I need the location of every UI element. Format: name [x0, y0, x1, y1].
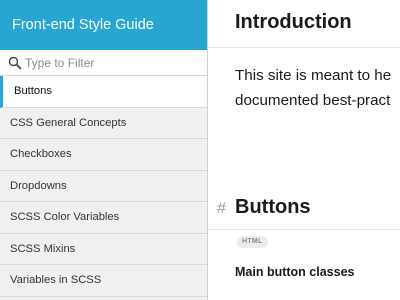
intro-line-2: documented best-pract [235, 92, 391, 109]
title-divider [208, 47, 400, 48]
section-title: Buttons [235, 196, 311, 218]
intro-line-1: This site is meant to he [235, 67, 392, 84]
sidebar-item-variables-in-scss[interactable]: Variables in SCSS [0, 265, 207, 297]
sidebar-item-scss-color-variables[interactable]: SCSS Color Variables [0, 202, 207, 234]
html-badge: HTML [237, 236, 268, 248]
nav-list: Buttons CSS General Concepts Checkboxes … [0, 76, 207, 297]
subsection-title: Main button classes [235, 265, 355, 279]
filter-input[interactable] [25, 52, 195, 73]
main-content: Introduction This site is meant to he do… [208, 0, 400, 300]
sidebar-item-scss-mixins[interactable]: SCSS Mixins [0, 233, 207, 265]
intro-text: This site is meant to he documented best… [235, 63, 400, 113]
sidebar-item-buttons[interactable]: Buttons [0, 76, 207, 108]
sidebar-item-checkboxes[interactable]: Checkboxes [0, 139, 207, 171]
sidebar-item-css-general-concepts[interactable]: CSS General Concepts [0, 107, 207, 139]
sidebar: Front-end Style Guide Buttons CSS Genera… [0, 0, 208, 300]
sidebar-item-dropdowns[interactable]: Dropdowns [0, 170, 207, 202]
search-icon [8, 56, 22, 70]
section-anchor-link[interactable]: # [217, 200, 226, 218]
filter-bar [0, 50, 207, 76]
page-title: Introduction [235, 11, 352, 33]
sidebar-title[interactable]: Front-end Style Guide [0, 0, 207, 50]
section-divider [208, 229, 400, 230]
